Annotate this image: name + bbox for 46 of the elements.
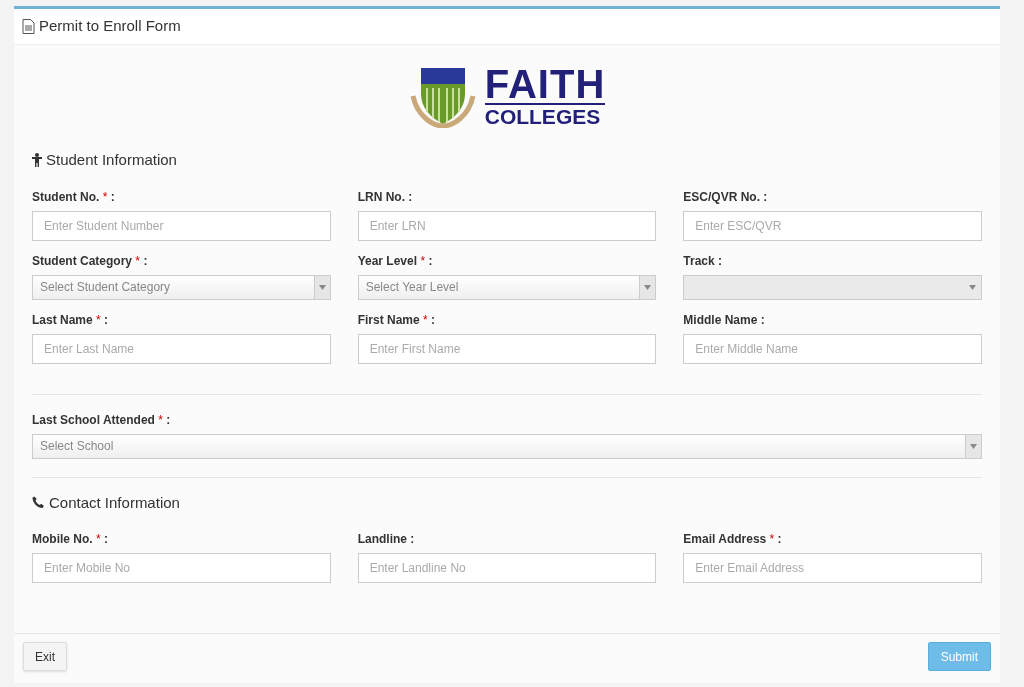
section-heading: Student Information xyxy=(46,150,177,170)
logo-subtitle: COLLEGES xyxy=(484,105,602,129)
field-label: Email Address * : xyxy=(683,532,783,547)
field-label: Student Category * : xyxy=(32,253,149,269)
phone-icon xyxy=(32,496,45,510)
text-field[interactable]: Enter Mobile No xyxy=(32,553,331,583)
document-icon xyxy=(22,19,35,34)
field-label: Student No. * : xyxy=(32,189,116,205)
submit-button[interactable]: Submit xyxy=(927,642,991,671)
dropdown-arrow-button[interactable] xyxy=(639,275,656,299)
field-label: Middle Name : xyxy=(683,312,766,328)
section-heading: Contact Information xyxy=(49,492,180,513)
field-label: Mobile No. * : xyxy=(32,532,110,547)
exit-button[interactable]: Exit xyxy=(23,642,67,671)
text-field[interactable]: Enter First Name xyxy=(357,333,657,364)
dropdown-field[interactable]: Select Year Level xyxy=(357,274,657,300)
caret-icon xyxy=(969,284,977,290)
field-label: LRN No. : xyxy=(357,189,414,205)
dropdown-field[interactable]: Select Student Category xyxy=(32,274,331,300)
text-field[interactable]: Enter ESC/QVR xyxy=(683,210,982,241)
text-field[interactable]: Enter Landline No xyxy=(357,553,657,583)
dropdown-arrow-button[interactable] xyxy=(965,434,981,458)
field-label: First Name * : xyxy=(357,312,437,328)
text-field[interactable]: Enter Email Address xyxy=(683,553,982,583)
dropdown-placeholder: Select Year Level xyxy=(364,279,460,296)
field-label: Last School Attended * : xyxy=(32,412,172,428)
panel-title: Permit to Enroll Form xyxy=(39,16,181,37)
field-label: Track : xyxy=(683,253,724,269)
text-field[interactable]: Enter Middle Name xyxy=(683,333,982,364)
caret-icon xyxy=(970,443,977,449)
field-label: Last Name * : xyxy=(32,312,110,328)
person-icon xyxy=(32,153,42,168)
text-field[interactable]: Enter Last Name xyxy=(32,333,331,364)
caret-icon xyxy=(318,284,326,290)
field-label: ESC/QVR No. : xyxy=(683,189,769,205)
text-field[interactable]: Enter LRN xyxy=(357,210,657,241)
dropdown-placeholder: Select Student Category xyxy=(39,279,172,296)
text-field[interactable]: Enter Student Number xyxy=(32,210,331,241)
caret-icon xyxy=(644,284,652,290)
dropdown-arrow-button[interactable] xyxy=(313,275,330,299)
dropdown-placeholder: Select School xyxy=(39,438,115,455)
logo-wordmark: FAITH xyxy=(484,65,606,105)
shield-crest-icon xyxy=(408,66,477,128)
dropdown-field[interactable]: Select School xyxy=(32,433,982,459)
field-label: Landline : xyxy=(357,532,416,547)
field-label: Year Level * : xyxy=(357,253,434,269)
